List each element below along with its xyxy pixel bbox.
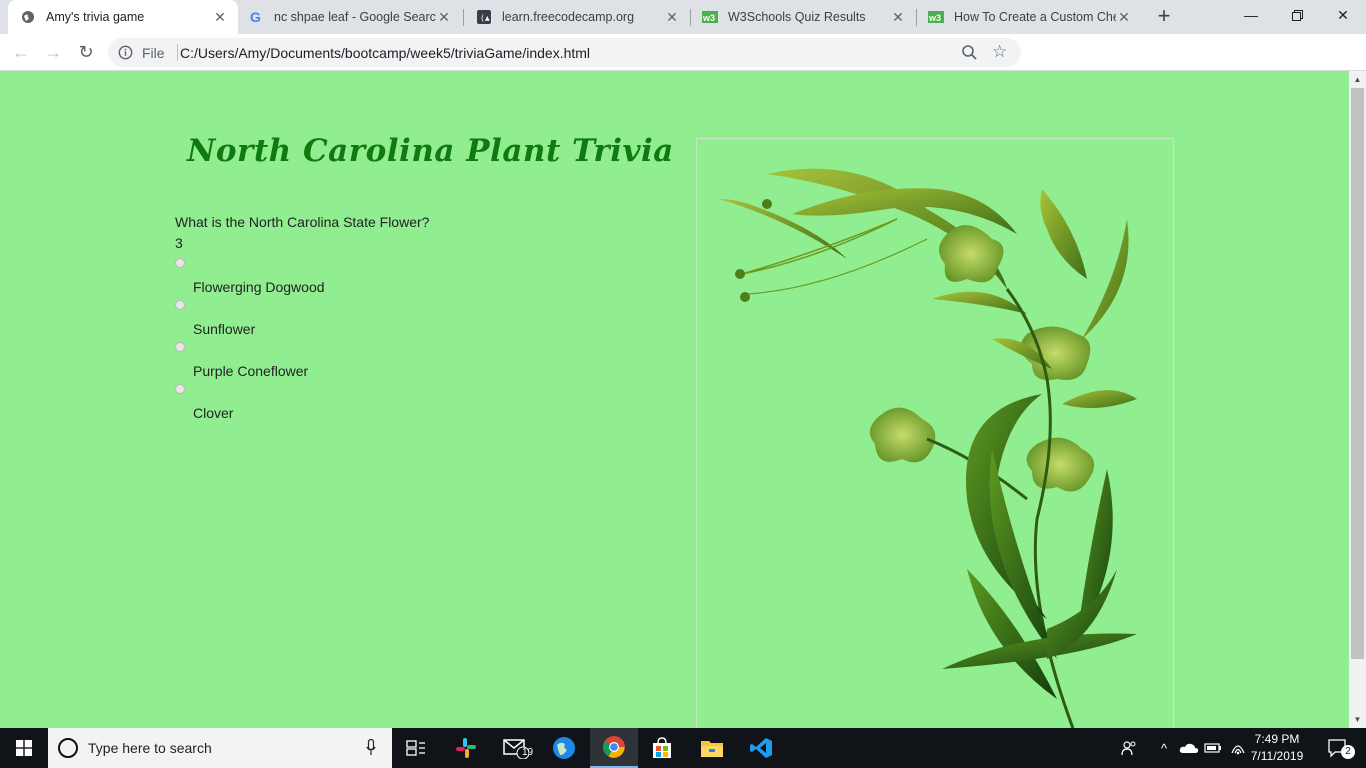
- scroll-up-arrow-icon[interactable]: ▲: [1349, 71, 1366, 88]
- tab-google-search[interactable]: G nc shpae leaf - Google Search ✕: [236, 0, 462, 34]
- address-bar[interactable]: File C:/Users/Amy/Documents/bootcamp/wee…: [108, 38, 1021, 67]
- omnibox-divider: [177, 44, 178, 61]
- tab-freecodecamp[interactable]: (▲) learn.freecodecamp.org ✕: [464, 0, 690, 34]
- forward-button[interactable]: →: [40, 39, 66, 65]
- answer-radio[interactable]: [175, 342, 185, 352]
- question-text: What is the North Carolina State Flower?: [175, 214, 430, 230]
- reload-icon: ↻: [78, 41, 94, 62]
- windows-taskbar: Type here to search 19 ^ 7:49 PM 7/11/20…: [0, 728, 1366, 768]
- globe-app-icon: [553, 737, 575, 759]
- globe-app-button[interactable]: [540, 728, 588, 768]
- answer-label[interactable]: Sunflower: [193, 321, 255, 337]
- scheme-label: File: [142, 45, 165, 61]
- answer-radio[interactable]: [175, 384, 185, 394]
- bookmark-star-icon[interactable]: ☆: [992, 42, 1007, 62]
- chrome-icon: [603, 736, 625, 758]
- minimize-button[interactable]: —: [1228, 0, 1274, 30]
- svg-text:w3: w3: [702, 13, 715, 23]
- new-tab-button[interactable]: +: [1152, 5, 1176, 29]
- answer-option[interactable]: Flowerging Dogwood: [175, 258, 475, 300]
- tab-title: Amy's trivia game: [46, 10, 145, 24]
- tab-custom-checkbox[interactable]: w3 How To Create a Custom Chec ✕: [916, 0, 1142, 34]
- windows-logo-icon: [16, 740, 32, 756]
- arrow-right-icon: →: [44, 41, 62, 62]
- system-clock[interactable]: 7:49 PM 7/11/2019: [1242, 731, 1312, 765]
- task-view-icon: [406, 740, 425, 756]
- file-explorer-button[interactable]: [688, 728, 736, 768]
- battery-icon[interactable]: [1203, 728, 1223, 768]
- answer-radio[interactable]: [175, 258, 185, 268]
- google-icon: G: [248, 9, 264, 25]
- tab-title: nc shpae leaf - Google Search: [274, 10, 436, 24]
- store-app-button[interactable]: [638, 728, 686, 768]
- taskbar-search-box[interactable]: Type here to search: [48, 728, 392, 768]
- answer-option[interactable]: Sunflower: [175, 300, 475, 342]
- answer-option[interactable]: Purple Coneflower: [175, 342, 475, 384]
- tab-w3schools-quiz[interactable]: w3 W3Schools Quiz Results ✕: [690, 0, 916, 34]
- zoom-icon[interactable]: [961, 44, 979, 62]
- close-tab-icon[interactable]: ✕: [664, 9, 680, 25]
- globe-icon: [20, 9, 36, 25]
- svg-text:G: G: [250, 9, 261, 25]
- w3schools-icon: w3: [928, 9, 944, 25]
- vertical-scrollbar[interactable]: ▲ ▼: [1349, 71, 1366, 728]
- vscode-icon: [750, 738, 772, 758]
- svg-text:w3: w3: [928, 13, 941, 23]
- answer-radio[interactable]: [175, 300, 185, 310]
- flower-vine-image: [719, 168, 1137, 728]
- close-tab-icon[interactable]: ✕: [436, 9, 452, 25]
- folder-icon: [701, 741, 723, 757]
- answer-option[interactable]: Clover: [175, 384, 475, 426]
- tab-amys-trivia-game[interactable]: Amy's trivia game ✕: [8, 0, 238, 34]
- restore-button[interactable]: [1274, 0, 1320, 30]
- page-title: North Carolina Plant Trivia: [187, 133, 674, 169]
- tab-title: How To Create a Custom Chec: [954, 10, 1116, 24]
- store-icon: [653, 737, 671, 758]
- mail-badge: 19: [522, 747, 534, 758]
- close-window-button[interactable]: ✕: [1320, 0, 1366, 30]
- url-text[interactable]: C:/Users/Amy/Documents/bootcamp/week5/tr…: [180, 45, 590, 61]
- freecodecamp-icon: (▲): [476, 9, 492, 25]
- restore-icon: [1291, 9, 1303, 21]
- onedrive-icon[interactable]: [1178, 728, 1200, 768]
- back-button[interactable]: ←: [8, 39, 34, 65]
- tab-title: W3Schools Quiz Results: [728, 10, 866, 24]
- chrome-app-button[interactable]: [590, 728, 638, 768]
- floral-illustration: [696, 138, 1174, 728]
- arrow-left-icon: ←: [12, 41, 30, 62]
- tab-title: learn.freecodecamp.org: [502, 10, 635, 24]
- task-view-button[interactable]: [392, 728, 440, 768]
- w3schools-icon: w3: [702, 9, 718, 25]
- info-icon[interactable]: [118, 45, 133, 60]
- svg-text:(▲): (▲): [480, 14, 492, 23]
- clock-time: 7:49 PM: [1254, 732, 1300, 746]
- answer-label[interactable]: Purple Coneflower: [193, 363, 308, 379]
- close-tab-icon[interactable]: ✕: [890, 9, 906, 25]
- chevron-up-icon[interactable]: ^: [1155, 728, 1173, 768]
- cortana-icon: [58, 738, 78, 758]
- start-button[interactable]: [0, 728, 48, 768]
- close-tab-icon[interactable]: ✕: [212, 9, 228, 25]
- slack-app-button[interactable]: [442, 728, 490, 768]
- mail-app-button[interactable]: 19: [492, 728, 540, 768]
- reload-button[interactable]: ↻: [73, 39, 99, 65]
- slack-icon: [456, 738, 476, 758]
- browser-toolbar: ← → ↻ File C:/Users/Amy/Documents/bootca…: [0, 34, 1366, 102]
- answer-label[interactable]: Clover: [193, 405, 233, 421]
- microphone-icon[interactable]: [366, 739, 376, 756]
- clock-date: 7/11/2019: [1250, 749, 1304, 763]
- vscode-app-button[interactable]: [737, 728, 785, 768]
- question-counter: 3: [175, 235, 183, 251]
- answer-label[interactable]: Flowerging Dogwood: [193, 279, 325, 295]
- scroll-down-arrow-icon[interactable]: ▼: [1349, 711, 1366, 728]
- close-tab-icon[interactable]: ✕: [1116, 9, 1132, 25]
- action-center-button[interactable]: 2: [1318, 728, 1358, 768]
- notification-badge: 2: [1341, 745, 1355, 759]
- scrollbar-thumb[interactable]: [1351, 88, 1364, 659]
- tab-strip: Amy's trivia game ✕ G nc shpae leaf - Go…: [0, 0, 1366, 34]
- people-icon[interactable]: [1118, 728, 1140, 768]
- search-placeholder: Type here to search: [88, 740, 212, 756]
- page-viewport: North Carolina Plant Trivia What is the …: [0, 71, 1349, 728]
